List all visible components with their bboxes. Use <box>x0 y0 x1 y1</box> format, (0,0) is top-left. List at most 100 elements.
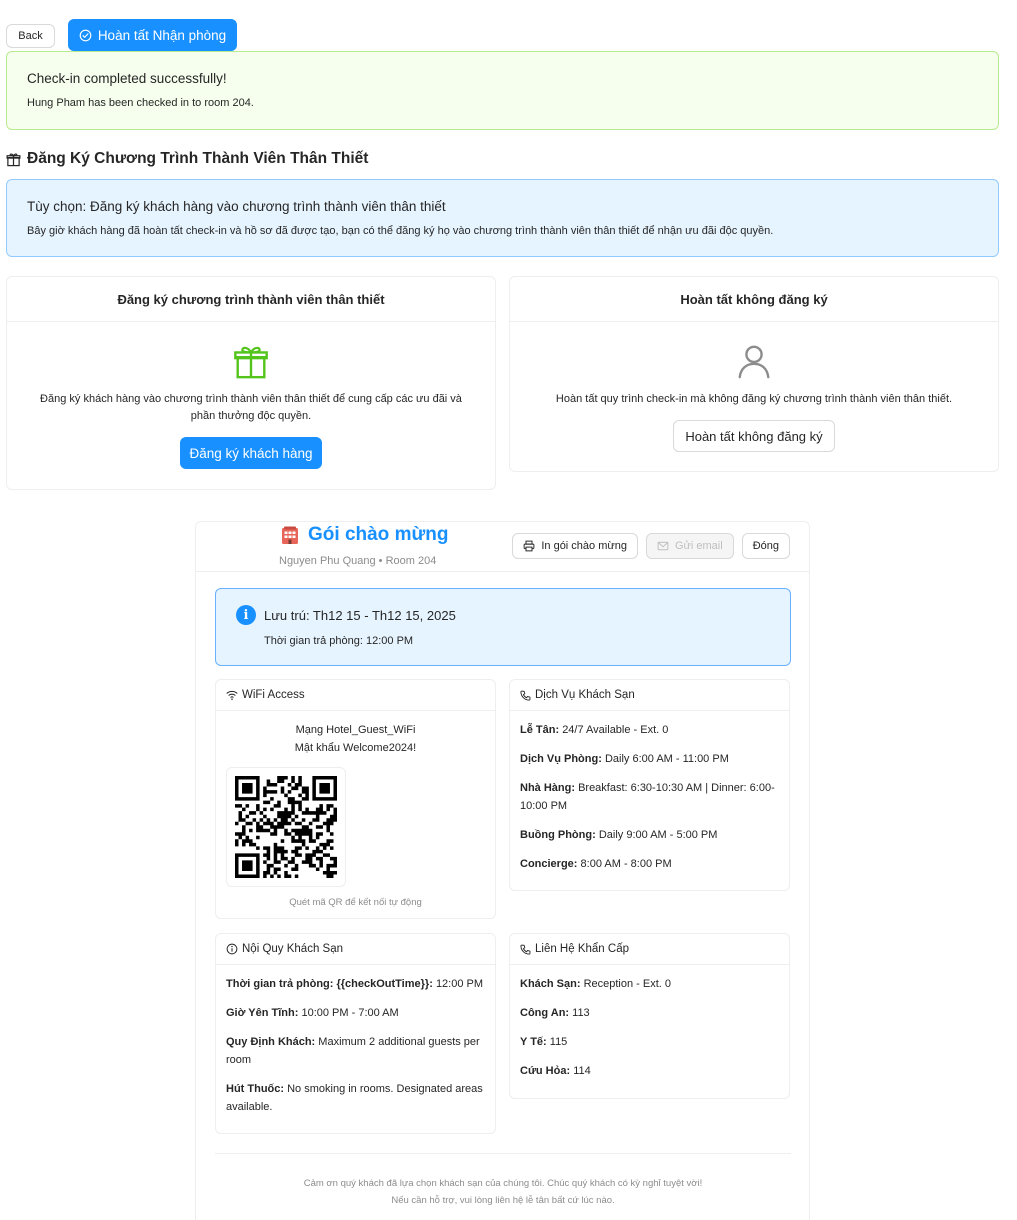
rule-label: Giờ Yên Tĩnh: <box>226 1007 299 1019</box>
emergency-value: 115 <box>549 1036 568 1048</box>
loyalty-info-title: Tùy chọn: Đăng ký khách hàng vào chương … <box>27 199 446 214</box>
emergency-value: 113 <box>572 1007 590 1019</box>
emergency-label: Cứu Hỏa: <box>520 1065 571 1077</box>
register-card-title: Đăng ký chương trình thành viên thân thi… <box>7 277 495 322</box>
welcome-guest-room: Nguyen Phu Quang • Room 204 <box>279 555 437 567</box>
skip-card-desc: Hoàn tất quy trình check-in mà không đăn… <box>555 393 953 405</box>
register-customer-button[interactable]: Đăng ký khách hàng <box>180 437 322 469</box>
wifi-qr-hint: Quét mã QR để kết nối tự động <box>289 897 422 908</box>
services-card-title: Dịch Vụ Khách Sạn <box>535 689 635 701</box>
qr-finder <box>235 776 260 801</box>
send-email-label: Gửi email <box>674 540 723 552</box>
send-email-button[interactable]: Gửi email <box>645 533 734 559</box>
service-value: Daily 9:00 AM - 5:00 PM <box>598 829 718 841</box>
emergency-label: Công An: <box>520 1007 570 1019</box>
loyalty-info-alert: Tùy chọn: Đăng ký khách hàng vào chương … <box>6 179 999 257</box>
stay-checkout-time: Thời gian trả phòng: 12:00 PM <box>264 635 414 647</box>
rules-card-title: Nội Quy Khách Sạn <box>242 943 344 955</box>
service-item: Buồng Phòng: Daily 9:00 AM - 5:00 PM <box>520 826 779 844</box>
skip-card-title: Hoàn tất không đăng ký <box>510 277 998 322</box>
service-item: Lễ Tân: 24/7 Available - Ext. 0 <box>520 721 779 739</box>
wifi-network: Mạng Hotel_Guest_WiFi <box>295 724 416 736</box>
service-value: 24/7 Available - Ext. 0 <box>562 724 669 736</box>
skip-loyalty-card: Hoàn tất không đăng ký Hoàn tất quy trìn… <box>509 276 999 472</box>
service-value: 8:00 AM - 8:00 PM <box>580 858 672 870</box>
emergency-item: Cứu Hỏa: 114 <box>520 1062 779 1080</box>
emergency-item: Công An: 113 <box>520 1004 779 1022</box>
mail-icon <box>657 541 669 551</box>
wifi-card-header: WiFi Access <box>216 680 495 711</box>
loyalty-info-desc: Bây giờ khách hàng đã hoàn tất check-in … <box>27 225 774 237</box>
hotel-icon <box>282 526 298 544</box>
service-label: Concierge: <box>520 858 578 870</box>
emergency-item: Y Tế: 115 <box>520 1033 779 1051</box>
footer-divider <box>215 1153 791 1154</box>
stay-dates: Lưu trú: Th12 15 - Th12 15, 2025 <box>264 608 456 623</box>
check-circle-icon <box>79 29 92 41</box>
loyalty-section-title: Đăng Ký Chương Trình Thành Viên Thân Thi… <box>6 150 368 168</box>
print-welcome-label: In gói chào mừng <box>541 540 627 552</box>
footer-thanks: Cảm ơn quý khách đã lựa chọn khách sạn c… <box>303 1178 703 1189</box>
rule-item: Hút Thuốc: No smoking in rooms. Designat… <box>226 1080 485 1116</box>
register-card-desc: Đăng ký khách hàng vào chương trình thàn… <box>40 393 462 422</box>
emergency-value: 114 <box>573 1065 591 1077</box>
wifi-qr-code <box>226 767 346 887</box>
footer-support: Nếu cần hỗ trợ, vui lòng liên hệ lễ tân … <box>391 1195 615 1206</box>
wifi-card-title: WiFi Access <box>242 689 305 701</box>
user-icon <box>738 345 770 379</box>
gift-icon <box>6 152 21 166</box>
qr-finder <box>312 776 337 801</box>
hotel-rules-card: Nội Quy Khách Sạn Thời gian trả phòng: {… <box>215 933 496 1134</box>
hotel-services-card: Dịch Vụ Khách Sạn Lễ Tân: 24/7 Available… <box>509 679 790 891</box>
service-label: Nhà Hàng: <box>520 782 575 794</box>
emergency-item: Khách Sạn: Reception - Ext. 0 <box>520 975 779 993</box>
emergency-contacts-card: Liên Hệ Khẩn Cấp Khách Sạn: Reception - … <box>509 933 790 1099</box>
qr-code-image <box>235 776 337 878</box>
register-loyalty-card: Đăng ký chương trình thành viên thân thi… <box>6 276 496 490</box>
welcome-package: Gói chào mừng Nguyen Phu Quang • Room 20… <box>195 521 810 1220</box>
complete-checkin-label: Hoàn tất Nhận phòng <box>97 27 227 43</box>
rule-label: Thời gian trả phòng: {{checkOutTime}}: <box>226 978 433 990</box>
service-label: Lễ Tân: <box>520 724 560 736</box>
info-icon: i <box>236 605 256 625</box>
services-card-header: Dịch Vụ Khách Sạn <box>510 680 789 711</box>
wifi-card: WiFi Access Mạng Hotel_Guest_WiFi Mật kh… <box>215 679 496 919</box>
rules-card-header: Nội Quy Khách Sạn <box>216 934 495 965</box>
rule-item: Quy Định Khách: Maximum 2 additional gue… <box>226 1033 485 1069</box>
rule-item: Thời gian trả phòng: {{checkOutTime}}: 1… <box>226 975 485 993</box>
wifi-password: Mật khẩu Welcome2024! <box>294 742 417 754</box>
complete-without-register-button[interactable]: Hoàn tất không đăng ký <box>673 420 835 452</box>
phone-icon <box>520 944 531 955</box>
phone-icon <box>520 690 531 701</box>
emergency-value: Reception - Ext. 0 <box>583 978 672 990</box>
back-button[interactable]: Back <box>6 24 55 48</box>
rule-item: Giờ Yên Tĩnh: 10:00 PM - 7:00 AM <box>226 1004 485 1022</box>
success-alert: Check-in completed successfully! Hung Ph… <box>6 51 999 130</box>
emergency-label: Khách Sạn: <box>520 978 581 990</box>
rule-value: 12:00 PM <box>435 978 484 990</box>
success-title: Check-in completed successfully! <box>27 71 227 86</box>
success-message: Hung Pham has been checked in to room 20… <box>27 97 254 109</box>
printer-icon <box>523 540 535 552</box>
rule-value: 10:00 PM - 7:00 AM <box>301 1007 399 1019</box>
complete-checkin-button[interactable]: Hoàn tất Nhận phòng <box>68 19 237 51</box>
service-label: Buồng Phòng: <box>520 829 596 841</box>
emergency-label: Y Tế: <box>520 1036 547 1048</box>
emergency-card-title: Liên Hệ Khẩn Cấp <box>535 943 629 955</box>
emergency-card-header: Liên Hệ Khẩn Cấp <box>510 934 789 965</box>
rule-label: Hút Thuốc: <box>226 1083 285 1095</box>
print-welcome-button[interactable]: In gói chào mừng <box>512 533 638 559</box>
service-item: Nhà Hàng: Breakfast: 6:30-10:30 AM | Din… <box>520 779 779 815</box>
close-welcome-button[interactable]: Đóng <box>741 533 790 559</box>
welcome-header: Gói chào mừng Nguyen Phu Quang • Room 20… <box>196 522 809 572</box>
service-item: Dịch Vụ Phòng: Daily 6:00 AM - 11:00 PM <box>520 750 779 768</box>
service-value: Daily 6:00 AM - 11:00 PM <box>604 753 729 765</box>
qr-finder <box>235 853 260 878</box>
loyalty-section-label: Đăng Ký Chương Trình Thành Viên Thân Thi… <box>27 150 369 167</box>
welcome-title: Gói chào mừng <box>280 524 448 546</box>
info-circle-icon <box>226 943 238 955</box>
rule-label: Quy Định Khách: <box>226 1036 316 1048</box>
service-label: Dịch Vụ Phòng: <box>520 753 602 765</box>
stay-info-box: i Lưu trú: Th12 15 - Th12 15, 2025 Thời … <box>215 588 791 666</box>
service-item: Concierge: 8:00 AM - 8:00 PM <box>520 855 779 873</box>
